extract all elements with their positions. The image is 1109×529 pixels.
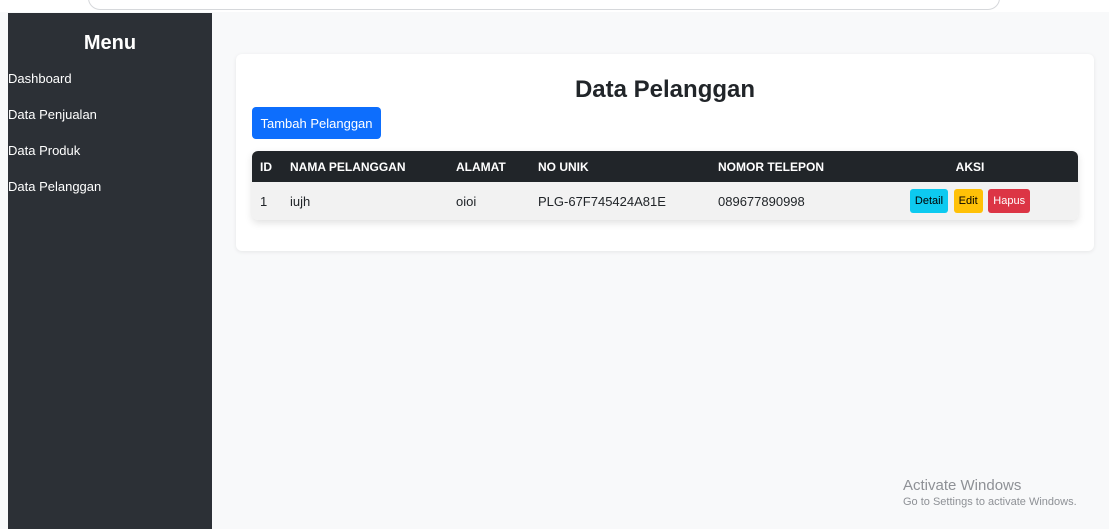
page-title: Data Pelanggan [574, 76, 756, 103]
cell-telepon: 089677890998 [718, 193, 805, 209]
header-nama-pelanggan: NAMA PELANGGAN [290, 159, 406, 174]
sidebar-item-data-pelanggan[interactable]: Data Pelanggan [8, 179, 212, 215]
header-aksi: AKSI [955, 159, 985, 174]
add-customer-button[interactable]: Tambah Pelanggan [252, 107, 381, 139]
cell-nama: iujh [290, 193, 311, 209]
detail-button[interactable]: Detail [909, 189, 949, 213]
sidebar: Menu Dashboard Data Penjualan Data Produ… [8, 13, 212, 529]
table-header-row: ID NAMA PELANGGAN ALAMAT NO UNIK NOMOR T… [252, 151, 1078, 182]
edit-button[interactable]: Edit [953, 189, 983, 213]
cell-id: 1 [260, 193, 268, 209]
header-no-unik: NO UNIK [538, 159, 589, 174]
header-id: ID [260, 159, 272, 174]
activate-windows-watermark: Activate Windows Go to Settings to activ… [903, 477, 1077, 508]
cell-no-unik: PLG-67F745424A81E [538, 193, 666, 209]
sidebar-item-dashboard[interactable]: Dashboard [8, 71, 212, 107]
header-nomor-telepon: NOMOR TELEPON [718, 159, 825, 174]
sidebar-item-data-penjualan[interactable]: Data Penjualan [8, 107, 212, 143]
watermark-subtitle: Go to Settings to activate Windows. [903, 496, 1077, 508]
customer-table: ID NAMA PELANGGAN ALAMAT NO UNIK NOMOR T… [252, 151, 1078, 220]
watermark-title: Activate Windows [903, 477, 1022, 494]
cell-actions: Detail Edit Hapus [862, 182, 1078, 220]
sidebar-item-data-produk[interactable]: Data Produk [8, 143, 212, 179]
browser-top-strip [0, 0, 1109, 12]
address-bar[interactable] [88, 0, 1000, 10]
header-alamat: ALAMAT [456, 159, 506, 174]
cell-alamat: oioi [456, 193, 477, 209]
sidebar-title: Menu [83, 32, 137, 54]
delete-button[interactable]: Hapus [988, 189, 1031, 213]
customer-table-container: ID NAMA PELANGGAN ALAMAT NO UNIK NOMOR T… [252, 151, 1078, 220]
content-card: Data Pelanggan Tambah Pelanggan ID NAMA … [236, 54, 1094, 251]
table-row: 1 iujh oioi PLG-67F745424A81E 0896778909… [252, 182, 1078, 220]
